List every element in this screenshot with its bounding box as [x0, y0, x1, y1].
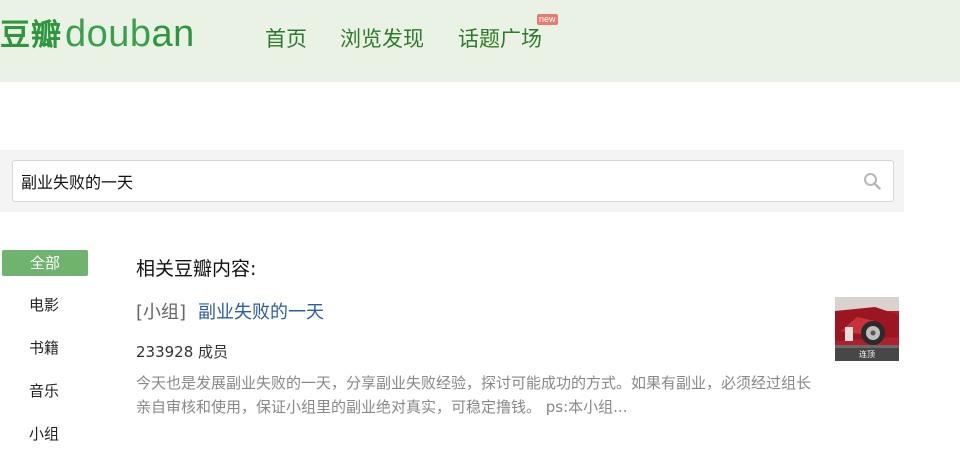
result-description: 今天也是发展副业失败的一天，分享副业失败经验，探讨可能成功的方式。如果有副业，必… — [136, 374, 812, 416]
result-thumbnail[interactable]: 连顶 — [835, 297, 899, 361]
search-box — [12, 160, 894, 202]
nav-home[interactable]: 首页 — [265, 24, 307, 54]
logo-english-text: douban — [65, 12, 195, 56]
result-title-link[interactable]: 副业失败的一天 — [198, 298, 324, 324]
result-category: [小组] — [136, 302, 187, 323]
search-bar-area — [0, 150, 904, 212]
result-member-count: 233928 成员 — [136, 343, 229, 361]
results-heading: 相关豆瓣内容: — [136, 258, 257, 280]
sidebar-item-music[interactable]: 音乐 — [2, 378, 88, 404]
search-icon[interactable] — [863, 172, 881, 190]
site-header: 豆瓣 douban 首页 浏览发现 话题广场 new — [0, 0, 960, 82]
logo-chinese-text: 豆瓣 — [0, 18, 62, 53]
new-badge: new — [537, 14, 558, 25]
sidebar-item-movies[interactable]: 电影 — [2, 292, 88, 318]
sidebar-item-books[interactable]: 书籍 — [2, 335, 88, 361]
search-input[interactable] — [21, 161, 851, 201]
thumbnail-caption: 连顶 — [835, 348, 899, 361]
sidebar-item-groups[interactable]: 小组 — [2, 421, 88, 447]
sidebar-item-all[interactable]: 全部 — [2, 250, 88, 276]
logo-english-suffix: an — [151, 13, 195, 55]
douban-logo[interactable]: 豆瓣 douban — [0, 12, 195, 56]
logo-english-prefix: doub — [65, 13, 152, 55]
nav-browse[interactable]: 浏览发现 — [340, 24, 424, 54]
nav-topics[interactable]: 话题广场 — [458, 24, 542, 54]
